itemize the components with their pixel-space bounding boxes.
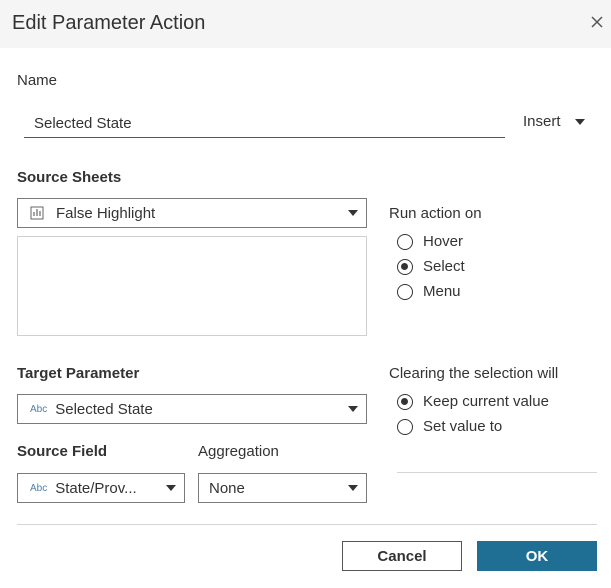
source-sheets-label: Source Sheets <box>17 169 122 186</box>
chevron-down-icon <box>348 406 358 412</box>
string-type-icon: Abc <box>30 403 48 415</box>
dialog-titlebar: Edit Parameter Action <box>0 0 611 48</box>
target-parameter-label: Target Parameter <box>17 365 140 382</box>
source-field-select[interactable]: Abc State/Prov... <box>17 473 185 503</box>
chevron-down-icon <box>166 485 176 491</box>
set-value-input-line[interactable] <box>397 472 597 473</box>
chevron-down-icon <box>348 485 358 491</box>
run-action-on-label: Run action on <box>389 205 482 222</box>
source-sheets-value: False Highlight <box>56 204 156 222</box>
name-input[interactable] <box>24 110 505 138</box>
insert-dropdown[interactable]: Insert <box>523 113 585 130</box>
close-icon[interactable] <box>589 14 605 30</box>
radio-set-label: Set value to <box>423 418 503 435</box>
radio-keep-label: Keep current value <box>423 393 549 410</box>
bar-chart-icon <box>30 206 44 220</box>
insert-label: Insert <box>523 113 561 130</box>
aggregation-value: None <box>209 479 245 497</box>
footer-divider <box>17 524 597 525</box>
dialog-title: Edit Parameter Action <box>12 12 206 34</box>
radio-select-label: Select <box>423 258 465 275</box>
radio-hover[interactable]: Hover <box>397 233 463 250</box>
string-type-icon: Abc <box>30 482 48 494</box>
radio-menu[interactable]: Menu <box>397 283 461 300</box>
name-label: Name <box>17 72 58 89</box>
chevron-down-icon <box>348 210 358 216</box>
target-parameter-value: Selected State <box>55 400 153 418</box>
clearing-label: Clearing the selection will <box>389 365 559 382</box>
radio-button[interactable] <box>397 393 413 410</box>
radio-menu-label: Menu <box>423 283 461 300</box>
target-parameter-select[interactable]: Abc Selected State <box>17 394 367 424</box>
aggregation-label: Aggregation <box>198 443 279 460</box>
source-field-label: Source Field <box>17 443 108 460</box>
radio-set-value-to[interactable]: Set value to <box>397 418 502 435</box>
aggregation-select[interactable]: None <box>198 473 367 503</box>
chevron-down-icon <box>574 118 585 125</box>
source-field-value: State/Prov... <box>55 479 137 497</box>
radio-button[interactable] <box>397 283 413 300</box>
radio-select[interactable]: Select <box>397 258 465 275</box>
radio-keep-current-value[interactable]: Keep current value <box>397 393 549 410</box>
cancel-button[interactable]: Cancel <box>342 541 462 571</box>
radio-hover-label: Hover <box>423 233 464 250</box>
radio-button[interactable] <box>397 233 413 250</box>
source-sheets-select[interactable]: False Highlight <box>17 198 367 228</box>
radio-button[interactable] <box>397 258 413 275</box>
radio-button[interactable] <box>397 418 413 435</box>
source-sheets-list[interactable] <box>17 236 367 336</box>
ok-button[interactable]: OK <box>477 541 597 571</box>
